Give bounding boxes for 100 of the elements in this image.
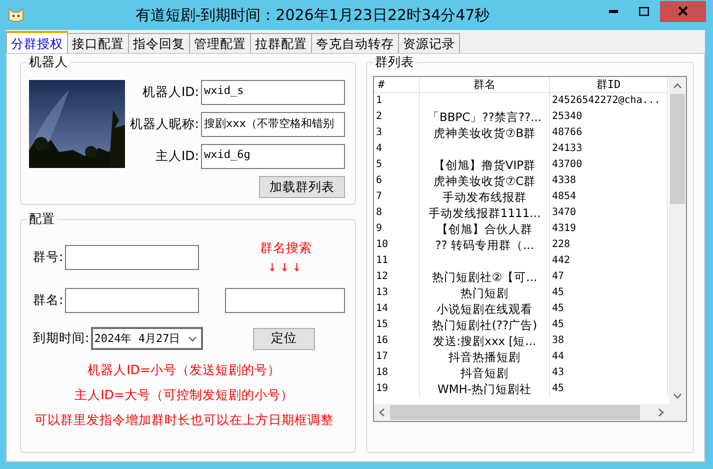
tab[interactable]: 夸克自动转存 (311, 33, 399, 53)
table-cell: 45 (550, 381, 668, 397)
table-cell: 16 (374, 333, 420, 349)
table-cell: 17 (374, 349, 420, 365)
load-list-button[interactable]: 加载群列表 (259, 176, 345, 198)
table-cell: 发送:搜剧xxx [短... (420, 333, 550, 349)
close-icon (678, 6, 688, 16)
table-cell: 手动发线报群1111... (420, 205, 550, 221)
table-cell: 43700 (550, 157, 668, 173)
field-label: 主人ID: (155, 148, 199, 165)
table-cell: 24526542272@cha... (550, 93, 668, 109)
search-hint: 群名搜索 (260, 240, 312, 257)
group-title: 群列表 (373, 54, 416, 71)
table-cell: 47 (550, 269, 668, 285)
table-cell: 45 (550, 301, 668, 317)
tab[interactable]: 管理配置 (189, 33, 251, 53)
table-cell: 热门短剧社(??广告) (420, 317, 550, 333)
tab[interactable]: 分群授权 (6, 31, 68, 53)
scroll-left-icon[interactable] (379, 408, 385, 417)
table-cell: 10 (374, 237, 420, 253)
table-cell: 小说短剧在线观看 (420, 301, 550, 317)
tab[interactable]: 指令回复 (128, 33, 190, 53)
window-title: 有道短剧-到期时间：2026年1月23日22时34分47秒 (134, 6, 491, 24)
scroll-down-icon[interactable] (673, 392, 682, 398)
table-cell: 抖音短剧 (420, 365, 550, 381)
table-cell: 228 (550, 237, 668, 253)
tab[interactable]: 接口配置 (67, 33, 129, 53)
table-cell: 4854 (550, 189, 668, 205)
note-text: 机器人ID=小号（发送短剧的号） (88, 362, 280, 379)
table-cell: 19 (374, 381, 420, 397)
table-cell: 6 (374, 173, 420, 189)
column-header[interactable]: 群ID (550, 77, 668, 93)
field-label: 机器人ID: (142, 84, 199, 101)
table-cell: 48766 (550, 125, 668, 141)
table-cell: 4338 (550, 173, 668, 189)
table-cell: 45 (550, 285, 668, 301)
table-cell: 9 (374, 221, 420, 237)
cat-face-icon (7, 7, 25, 23)
table-cell: 7 (374, 189, 420, 205)
note-text: 可以群里发指令增加群时长也可以在上方日期框调整 (34, 412, 334, 429)
group-title: 配置 (27, 211, 57, 228)
table-cell: 3 (374, 125, 420, 141)
minimize-icon (609, 10, 618, 12)
note-text: 主人ID=大号（可控制发短剧的小号） (74, 387, 294, 404)
tab[interactable]: 资源记录 (398, 33, 460, 53)
table-cell: 24133 (550, 141, 668, 157)
table-cell: 【创旭】撸货VIP群 (420, 157, 550, 173)
field-label: 群号: (33, 248, 64, 266)
column-header[interactable]: 群名 (420, 77, 550, 93)
table-cell: 虎神美妆收货⑦C群 (420, 173, 550, 189)
table-cell: 15 (374, 317, 420, 333)
table-cell: 手动发布线报群 (420, 189, 550, 205)
chevron-icon[interactable] (188, 336, 198, 342)
table-cell: 44 (550, 349, 668, 365)
search-field[interactable] (225, 288, 345, 313)
table-cell: 11 (374, 253, 420, 269)
table-cell: 38 (550, 333, 668, 349)
table-cell: 热门短剧社②【可... (420, 269, 550, 285)
table-cell: 25340 (550, 109, 668, 125)
arrow-hint: ↓↓↓ (268, 261, 304, 274)
horizontal-scrollbar[interactable] (374, 404, 669, 421)
table-cell: 「BBPC」??禁言??... (420, 109, 550, 125)
field-label: 到期时间: (33, 330, 90, 347)
table-cell: 442 (550, 253, 668, 269)
scroll-right-icon[interactable] (658, 408, 664, 417)
table-cell: 4319 (550, 221, 668, 237)
date-picker[interactable]: 2024年 4月27日 (91, 327, 204, 350)
maximize-icon (638, 6, 648, 16)
table-cell: 虎神美妆收货⑦B群 (420, 125, 550, 141)
table-cell: 13 (374, 285, 420, 301)
table-cell: 43 (550, 365, 668, 381)
input-field[interactable]: wxid_s (201, 80, 345, 105)
table-cell: 2 (374, 109, 420, 125)
table-cell: 1 (374, 93, 420, 109)
close-button[interactable] (660, 0, 706, 22)
table-cell: WMH-热门短剧社 (420, 381, 550, 397)
field-label: 机器人昵称: (130, 116, 199, 133)
field-label: 群名: (33, 292, 64, 309)
input-field[interactable]: wxid_6g (201, 144, 345, 169)
table-cell: 【创旭】合伙人群 (420, 221, 550, 237)
column-header[interactable]: # (374, 77, 420, 93)
table-cell: 14 (374, 301, 420, 317)
tab[interactable]: 拉群配置 (250, 33, 312, 53)
table-cell: 热门短剧 (420, 285, 550, 301)
table-cell: 5 (374, 157, 420, 173)
table-cell: 12 (374, 269, 420, 285)
group-title: 机器人 (27, 54, 70, 71)
vertical-scrollbar[interactable] (669, 77, 686, 404)
table-cell: 8 (374, 205, 420, 221)
table-cell: 抖音热播短剧 (420, 349, 550, 365)
input-field[interactable] (65, 244, 200, 270)
table-cell: 3470 (550, 205, 668, 221)
scroll-up-icon[interactable] (673, 82, 682, 88)
locate-button[interactable]: 定位 (253, 328, 315, 350)
table-cell: 45 (550, 317, 668, 333)
table-cell: ?? 转码专用群（... (420, 237, 550, 253)
table-cell: 18 (374, 365, 420, 381)
input-field[interactable] (65, 288, 200, 313)
input-field[interactable]: 搜剧xxx（不带空格和错别 (201, 112, 345, 137)
table-cell: 4 (374, 141, 420, 157)
